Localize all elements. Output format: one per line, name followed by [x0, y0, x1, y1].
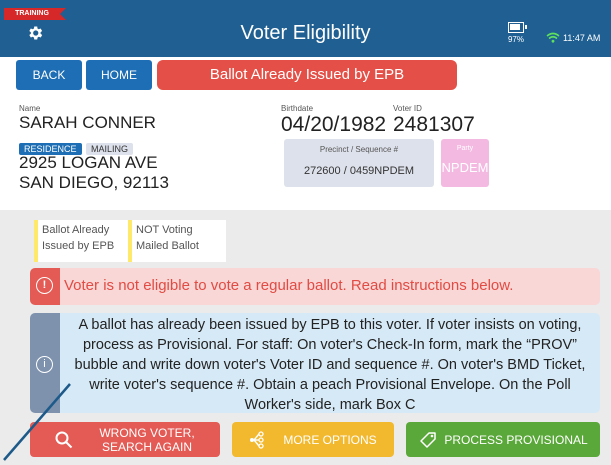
address-line1: 2925 LOGAN AVE: [19, 153, 158, 172]
status-clock: 11:47 AM: [546, 32, 600, 43]
party-box: Party NPDEM: [441, 139, 489, 187]
voter-card: Name SARAH CONNER RESIDENCE MAILING 2925…: [19, 104, 611, 204]
wrong-voter-label: WRONG VOTER, SEARCH AGAIN: [99, 426, 194, 454]
app-header: TRAINING Voter Eligibility 97% 11:47 AM: [0, 0, 611, 57]
training-badge: TRAINING: [4, 8, 66, 20]
more-options-label: MORE OPTIONS: [283, 432, 377, 447]
battery-indicator: 97%: [504, 22, 528, 50]
battery-icon: [508, 22, 527, 33]
chip-ballot-issued: Ballot Already Issued by EPB: [34, 220, 128, 262]
info-icon-column: i: [30, 313, 60, 413]
process-provisional-label: PROCESS PROVISIONAL: [444, 432, 588, 447]
info-alert[interactable]: i A ballot has already been issued by EP…: [30, 313, 600, 413]
info-text: A ballot has already been issued by EPB …: [74, 317, 586, 413]
voter-name: SARAH CONNER: [19, 113, 156, 132]
precinct-label: Precinct / Sequence #: [319, 145, 399, 154]
address-line2: SAN DIEGO, 92113: [19, 173, 169, 192]
tag-icon: [420, 431, 437, 448]
chip-line: Mailed Ballot: [136, 240, 199, 252]
battery-percent: 97%: [507, 35, 524, 44]
precinct-value: 272600 / 0459NPDEM: [303, 165, 415, 177]
birthdate-value: 04/20/1982: [281, 113, 387, 136]
chip-line: NOT Voting: [136, 224, 193, 236]
more-options-button[interactable]: MORE OPTIONS: [232, 422, 394, 457]
error-icon-column: !: [30, 268, 60, 305]
precinct-box: Precinct / Sequence # 272600 / 0459NPDEM: [284, 139, 434, 187]
voter-id-label: Voter ID: [393, 104, 422, 113]
status-button[interactable]: Ballot Already Issued by EPB: [157, 60, 457, 90]
options-icon: [250, 430, 264, 449]
chip-not-voting: NOT Voting Mailed Ballot: [128, 220, 226, 262]
wrong-voter-line: SEARCH AGAIN: [101, 439, 193, 454]
wifi-icon: [546, 32, 560, 43]
party-label: Party: [456, 145, 474, 152]
back-button[interactable]: BACK: [16, 60, 82, 90]
exclamation-icon: !: [36, 277, 53, 294]
process-provisional-button[interactable]: PROCESS PROVISIONAL: [406, 422, 600, 457]
error-text: Voter is not eligible to vote a regular …: [64, 277, 514, 294]
info-icon: i: [36, 356, 53, 373]
chip-line: Ballot Already: [42, 224, 110, 236]
error-alert: ! Voter is not eligible to vote a regula…: [30, 268, 600, 305]
birthdate-label: Birthdate: [281, 104, 314, 113]
wrong-voter-line: WRONG VOTER,: [99, 425, 195, 440]
time-label: 11:47 AM: [563, 32, 601, 43]
chip-line: Issued by EPB: [42, 240, 115, 252]
name-label: Name: [19, 104, 41, 113]
party-value: NPDEM: [441, 160, 489, 175]
search-icon: [55, 431, 73, 448]
home-button[interactable]: HOME: [86, 60, 152, 90]
voter-id-value: 2481307: [393, 113, 475, 136]
wrong-voter-button[interactable]: WRONG VOTER, SEARCH AGAIN: [30, 422, 220, 457]
